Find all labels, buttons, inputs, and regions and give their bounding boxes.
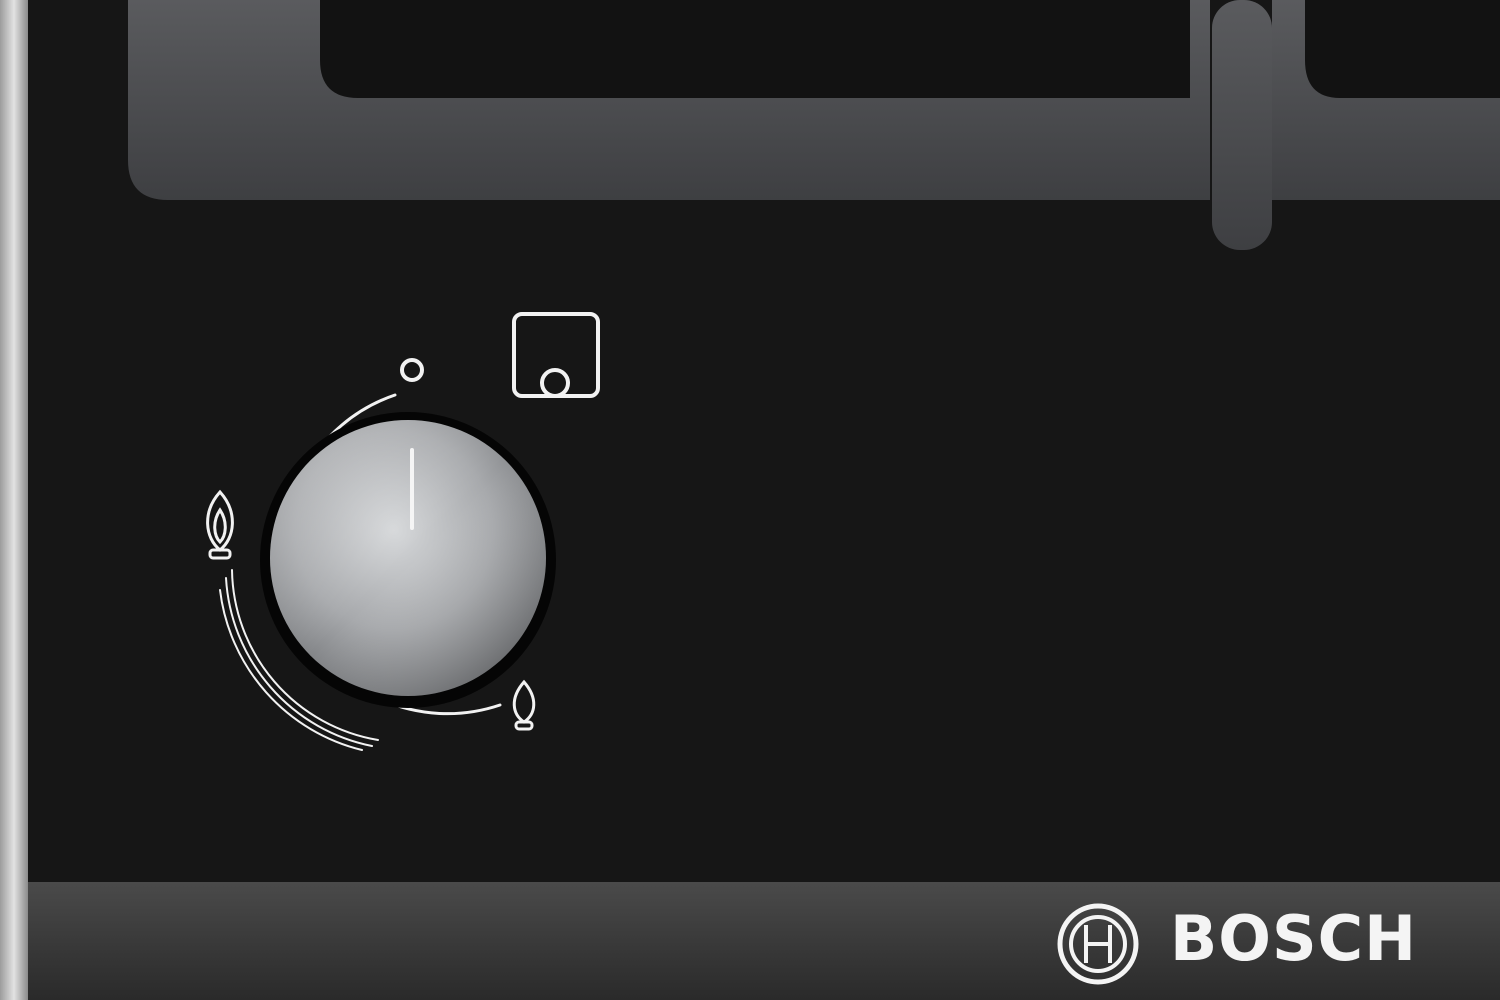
cooktop-scene <box>0 0 1500 1000</box>
bosch-armature-logo <box>1057 903 1139 985</box>
brand-wordmark: BOSCH <box>1170 902 1418 975</box>
control-knob[interactable] <box>260 412 556 708</box>
left-frame-edge <box>0 0 28 1000</box>
